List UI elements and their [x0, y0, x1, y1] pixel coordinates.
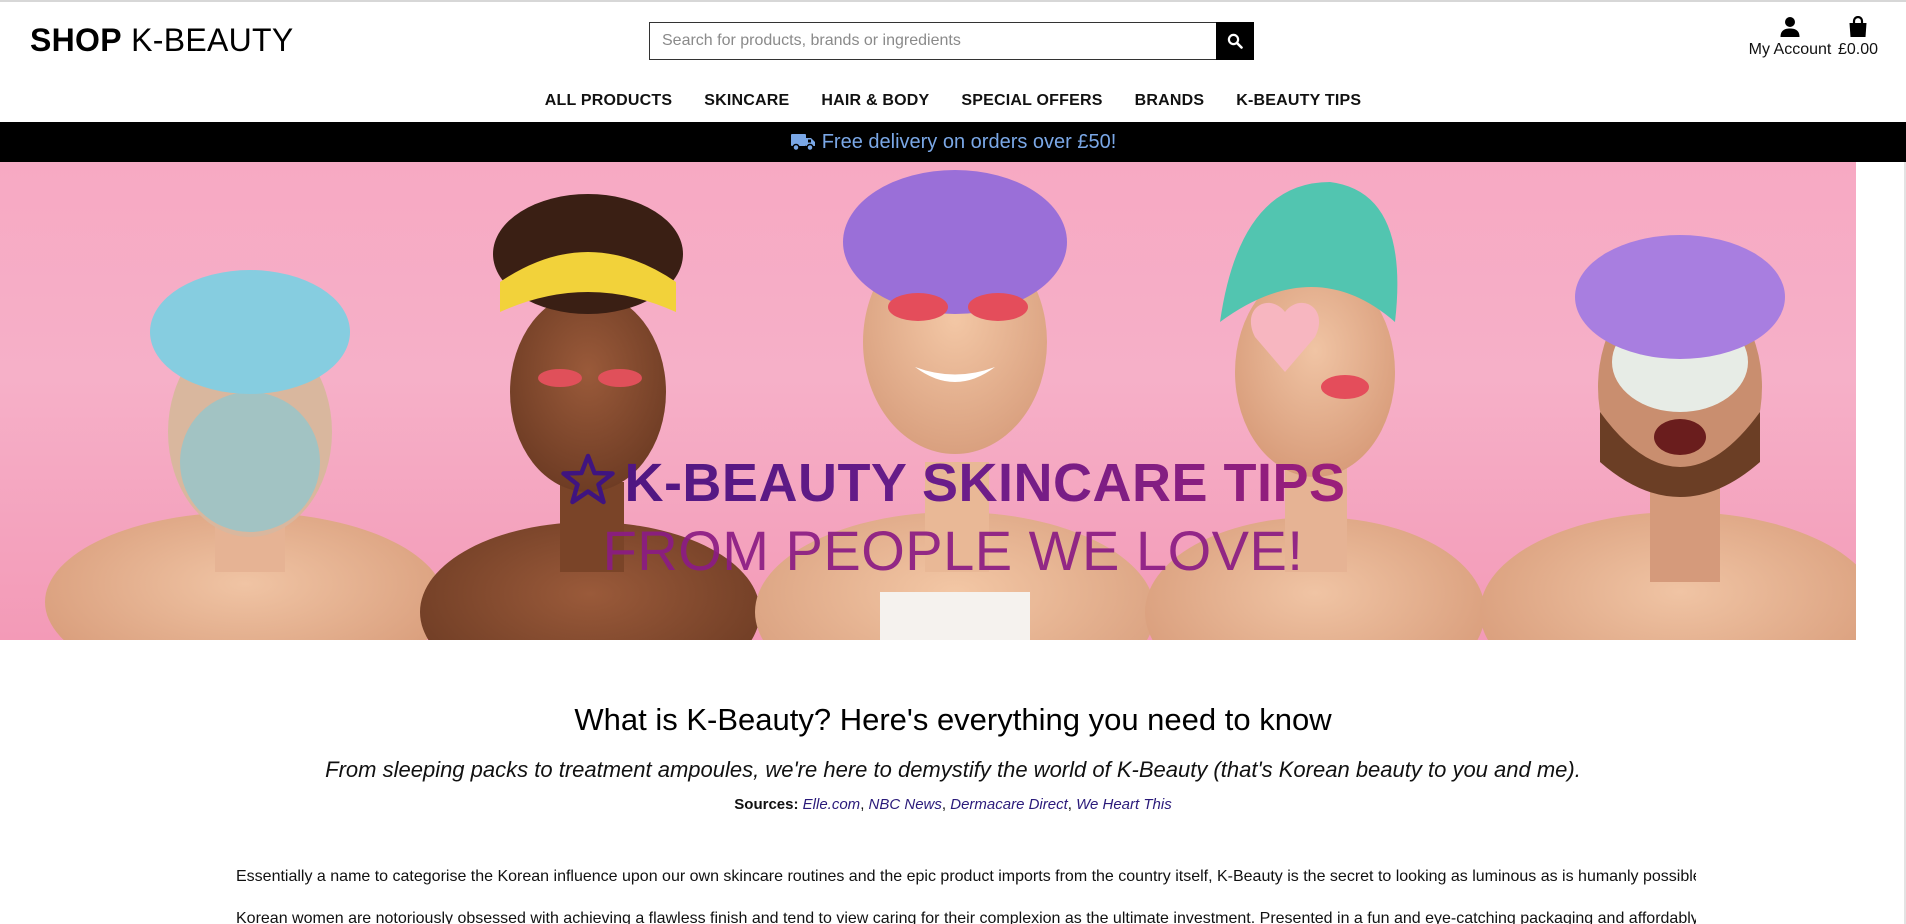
nav-item-skincare[interactable]: SKINCARE	[688, 92, 805, 110]
source-link-we-heart-this[interactable]: We Heart This	[1076, 796, 1172, 813]
site-logo[interactable]: SHOP K-BEAUTY	[30, 22, 294, 59]
article-sources: Sources: Elle.com, NBC News, Dermacare D…	[734, 796, 1172, 813]
main-nav: ALL PRODUCTS SKINCARE HAIR & BODY SPECIA…	[0, 92, 1906, 110]
search-form	[649, 22, 1254, 60]
article-heading: What is K-Beauty? Here's everything you …	[574, 702, 1332, 737]
source-link-nbc-news[interactable]: NBC News	[869, 796, 942, 813]
source-link-elle[interactable]: Elle.com	[803, 796, 861, 813]
nav-item-brands[interactable]: BRANDS	[1119, 92, 1221, 110]
logo-light-text: K-BEAUTY	[131, 22, 294, 58]
article-paragraph: Essentially a name to categorise the Kor…	[236, 868, 1696, 885]
delivery-banner: Free delivery on orders over £50!	[0, 122, 1906, 162]
bag-total: £0.00	[1837, 41, 1879, 58]
nav-item-special-offers[interactable]: SPECIAL OFFERS	[945, 92, 1118, 110]
search-icon	[1227, 33, 1243, 49]
user-icon	[1780, 17, 1800, 37]
search-input[interactable]	[649, 22, 1216, 60]
nav-item-k-beauty-tips[interactable]: K-BEAUTY TIPS	[1220, 92, 1377, 110]
article-paragraph: Korean women are notoriously obsessed wi…	[236, 910, 1696, 924]
shopping-bag-icon	[1849, 16, 1867, 37]
hero-image	[45, 170, 1856, 640]
nav-item-hair-body[interactable]: HAIR & BODY	[805, 92, 945, 110]
my-account-label: My Account	[1748, 41, 1832, 58]
sources-label: Sources:	[734, 796, 799, 813]
search-button[interactable]	[1216, 22, 1254, 60]
nav-item-all-products[interactable]: ALL PRODUCTS	[529, 92, 688, 110]
logo-bold-text: SHOP	[30, 22, 122, 58]
hero-banner: K-BEAUTY SKINCARE TIPS FROM PEOPLE WE LO…	[0, 162, 1856, 640]
delivery-banner-text: Free delivery on orders over £50!	[821, 130, 1117, 153]
top-border	[0, 0, 1906, 2]
article-intro: From sleeping packs to treatment ampoule…	[325, 757, 1581, 782]
shopping-bag-link[interactable]: £0.00	[1828, 16, 1888, 59]
truck-icon	[790, 134, 815, 152]
source-link-dermacare-direct[interactable]: Dermacare Direct	[950, 796, 1068, 813]
